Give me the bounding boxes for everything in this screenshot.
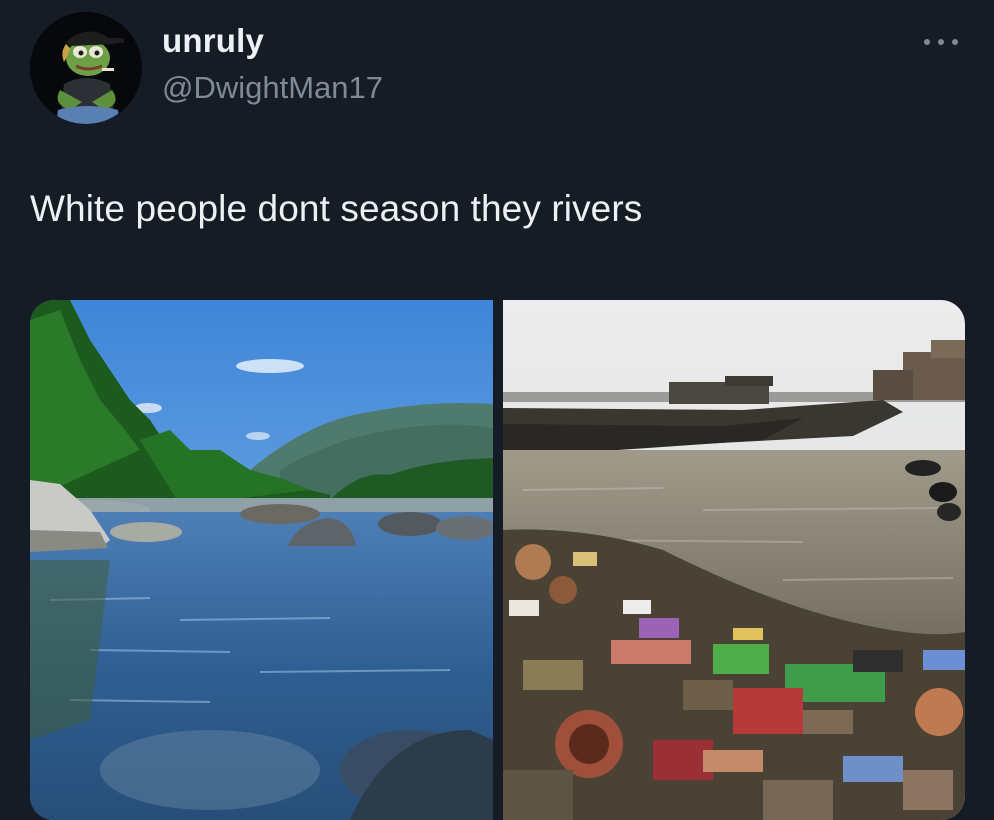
author-avatar[interactable] bbox=[30, 12, 142, 124]
tweet-text: White people dont season they rivers bbox=[30, 188, 643, 229]
more-options-button[interactable] bbox=[918, 28, 964, 56]
media-grid bbox=[30, 300, 965, 820]
polluted-river-photo bbox=[503, 300, 965, 820]
frog-avatar-icon bbox=[30, 12, 142, 124]
author-handle[interactable]: @DwightMan17 bbox=[162, 70, 383, 106]
author-display-name[interactable]: unruly bbox=[162, 22, 264, 60]
more-options-icon bbox=[924, 39, 958, 45]
media-image-left[interactable] bbox=[30, 300, 493, 820]
tweet: unruly @DwightMan17 White people dont se… bbox=[0, 0, 994, 820]
clean-river-photo bbox=[30, 300, 493, 820]
media-image-right[interactable] bbox=[503, 300, 965, 820]
